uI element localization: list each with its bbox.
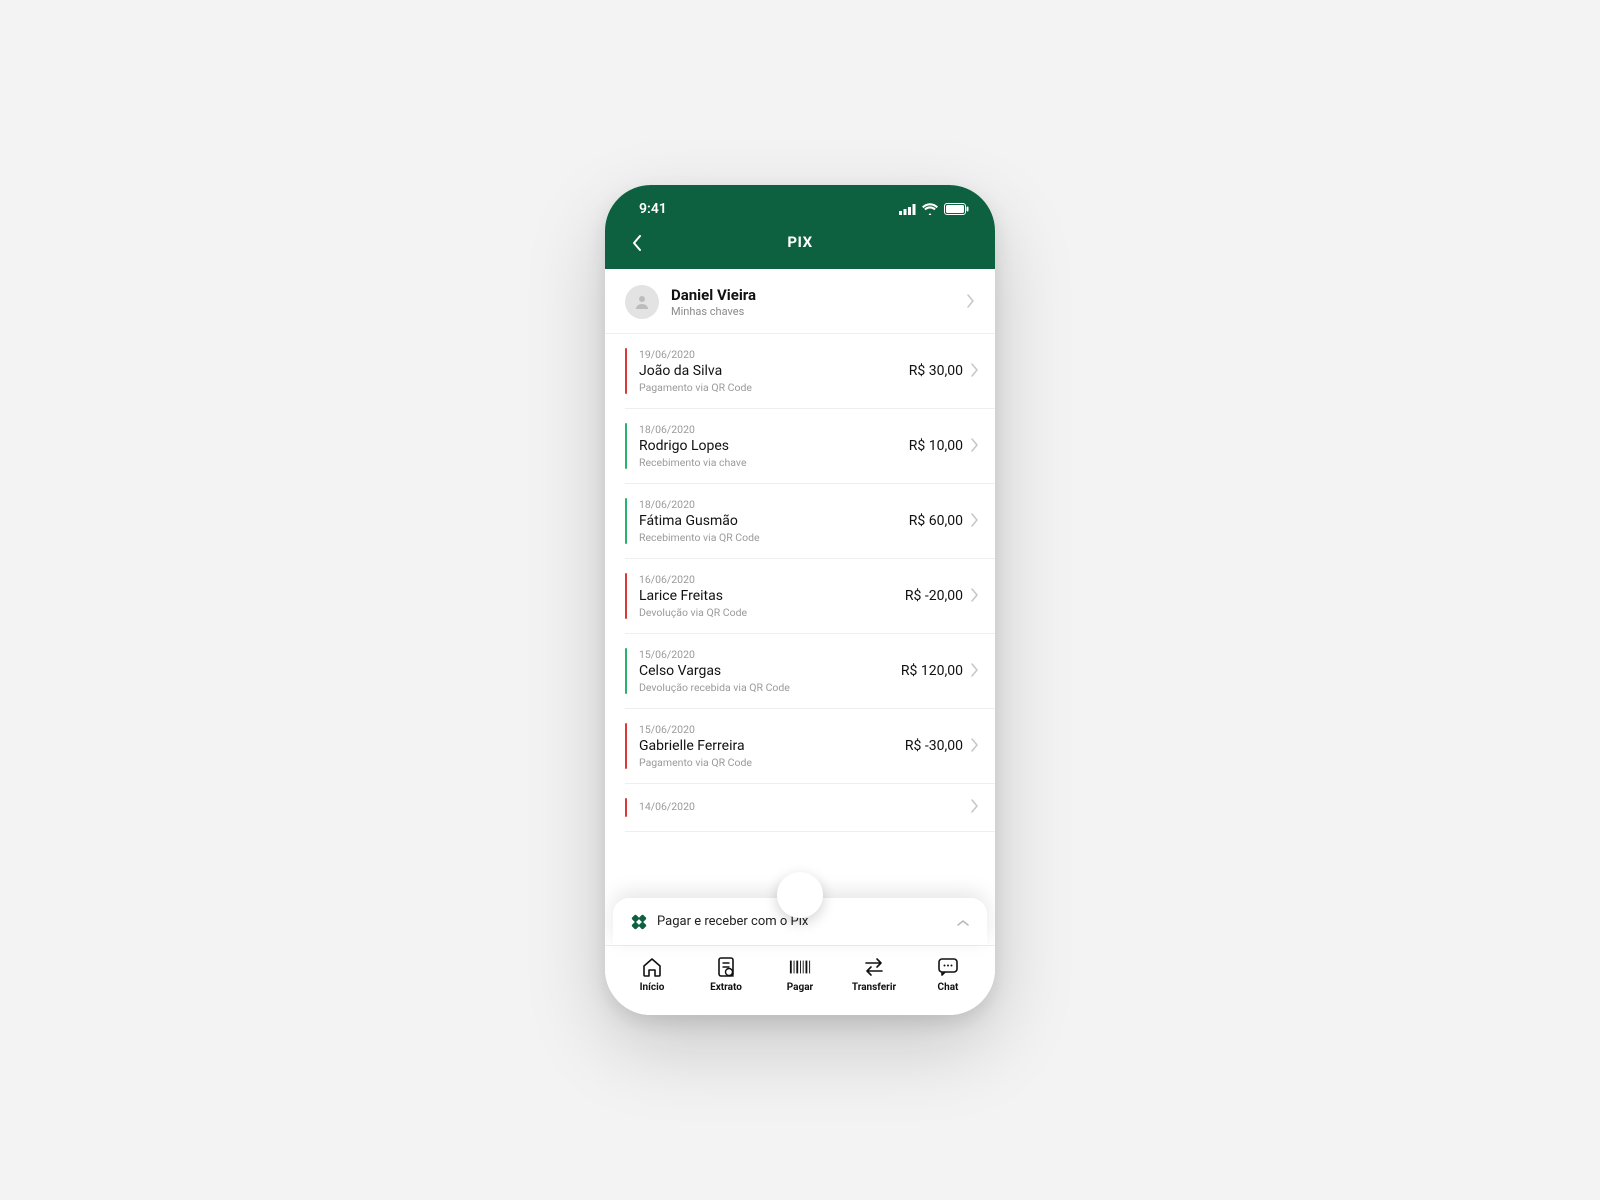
chevron-right-icon (971, 587, 979, 606)
tx-color-bar (625, 798, 627, 817)
tx-amount: R$ 10,00 (909, 438, 963, 454)
chevron-right-icon (971, 798, 979, 817)
tx-desc: Recebimento via chave (639, 456, 909, 469)
tab-pagar[interactable]: Pagar (768, 956, 832, 993)
tx-amount: R$ 120,00 (901, 663, 963, 679)
tab-inicio[interactable]: Início (620, 956, 684, 993)
transaction-row[interactable]: 14/06/2020 (625, 784, 995, 832)
tx-color-bar (625, 573, 627, 619)
tx-desc: Devolução recebida via QR Code (639, 681, 901, 694)
chevron-up-icon (957, 912, 969, 931)
tx-name: João da Silva (639, 363, 909, 379)
tx-color-bar (625, 423, 627, 469)
phone-frame: 9:41 PIX Daniel Vieira Minhas chaves (605, 185, 995, 1015)
transfer-icon (863, 956, 885, 978)
profile-text: Daniel Vieira Minhas chaves (671, 286, 955, 318)
person-icon (634, 294, 650, 310)
chevron-right-icon (971, 437, 979, 456)
tx-info: 18/06/2020 Fátima Gusmão Recebimento via Q… (639, 498, 909, 544)
tx-color-bar (625, 723, 627, 769)
tab-label: Início (640, 982, 665, 993)
page-title: PIX (787, 233, 812, 251)
tab-label: Pagar (787, 982, 813, 993)
title-row: PIX (605, 227, 995, 251)
chevron-right-icon (971, 362, 979, 381)
tx-name: Fátima Gusmão (639, 513, 909, 529)
tx-color-bar (625, 648, 627, 694)
tx-info: 15/06/2020 Gabrielle Ferreira Pagamento vi… (639, 723, 905, 769)
tab-label: Chat (938, 982, 959, 993)
battery-icon (944, 203, 969, 215)
tx-color-bar (625, 348, 627, 394)
chevron-right-icon (971, 662, 979, 681)
tx-date: 14/06/2020 (639, 800, 963, 813)
transaction-row[interactable]: 15/06/2020 Gabrielle Ferreira Pagamento vi… (625, 709, 995, 784)
tx-date: 15/06/2020 (639, 723, 905, 736)
status-bar: 9:41 (605, 199, 995, 227)
back-button[interactable] (625, 231, 649, 255)
tx-date: 18/06/2020 (639, 423, 909, 436)
tab-chat[interactable]: Chat (916, 956, 980, 993)
transaction-row[interactable]: 15/06/2020 Celso Vargas Devolução recebida… (625, 634, 995, 709)
profile-name: Daniel Vieira (671, 286, 955, 304)
receipt-icon (715, 956, 737, 978)
tx-info: 18/06/2020 Rodrigo Lopes Recebimento via c… (639, 423, 909, 469)
transaction-row[interactable]: 18/06/2020 Rodrigo Lopes Recebimento via c… (625, 409, 995, 484)
app-header: 9:41 PIX (605, 185, 995, 269)
chevron-left-icon (632, 235, 642, 251)
tx-desc: Devolução via QR Code (639, 606, 905, 619)
tx-desc: Pagamento via QR Code (639, 381, 909, 394)
barcode-icon (789, 956, 811, 978)
chevron-right-icon (971, 737, 979, 756)
status-time: 9:41 (639, 201, 667, 217)
transaction-row[interactable]: 16/06/2020 Larice Freitas Devolução via QR… (625, 559, 995, 634)
tx-name: Gabrielle Ferreira (639, 738, 905, 754)
tx-date: 19/06/2020 (639, 348, 909, 361)
tx-name: Celso Vargas (639, 663, 901, 679)
tx-amount: R$ 30,00 (909, 363, 963, 379)
tx-color-bar (625, 498, 627, 544)
tx-info: 15/06/2020 Celso Vargas Devolução recebida… (639, 648, 901, 694)
transaction-row[interactable]: 18/06/2020 Fátima Gusmão Recebimento via Q… (625, 484, 995, 559)
tab-transferir[interactable]: Transferir (842, 956, 906, 993)
home-icon (641, 956, 663, 978)
signal-icon (899, 204, 916, 215)
tx-amount: R$ -20,00 (905, 588, 963, 604)
avatar (625, 285, 659, 319)
status-icons (899, 203, 969, 215)
tx-date: 15/06/2020 (639, 648, 901, 661)
profile-row[interactable]: Daniel Vieira Minhas chaves (605, 269, 995, 334)
tx-desc: Recebimento via QR Code (639, 531, 909, 544)
tx-info: 14/06/2020 (639, 800, 963, 815)
tx-name: Rodrigo Lopes (639, 438, 909, 454)
tx-date: 16/06/2020 (639, 573, 905, 586)
transaction-row[interactable]: 19/06/2020 João da Silva Pagamento via QR … (625, 334, 995, 409)
bottom-area: Pagar e receber com o Pix Início Extrato (605, 898, 995, 1015)
tx-amount: R$ 60,00 (909, 513, 963, 529)
chevron-right-icon (971, 512, 979, 531)
tx-date: 18/06/2020 (639, 498, 909, 511)
pix-icon (631, 914, 647, 930)
tx-info: 19/06/2020 João da Silva Pagamento via QR … (639, 348, 909, 394)
wifi-icon (922, 203, 938, 215)
profile-sub: Minhas chaves (671, 305, 955, 318)
floating-indicator (777, 872, 823, 918)
tab-label: Transferir (852, 982, 896, 993)
tab-label: Extrato (710, 982, 742, 993)
chat-icon (937, 956, 959, 978)
tab-bar: Início Extrato Pagar Transferir (605, 945, 995, 1015)
tx-info: 16/06/2020 Larice Freitas Devolução via QR… (639, 573, 905, 619)
tx-desc: Pagamento via QR Code (639, 756, 905, 769)
chevron-right-icon (967, 293, 975, 312)
tx-name: Larice Freitas (639, 588, 905, 604)
tab-extrato[interactable]: Extrato (694, 956, 758, 993)
tx-amount: R$ -30,00 (905, 738, 963, 754)
